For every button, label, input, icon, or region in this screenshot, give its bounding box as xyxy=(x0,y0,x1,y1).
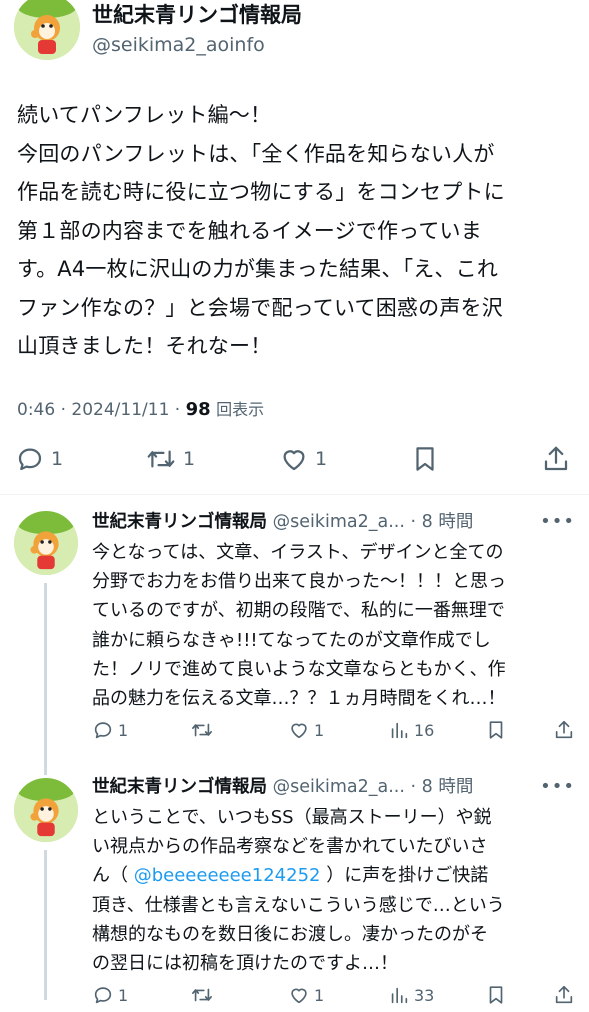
bookmark-icon xyxy=(489,721,503,739)
time-ago[interactable]: 8 時間 xyxy=(422,512,474,532)
bookmark-button[interactable] xyxy=(410,444,440,474)
author-name[interactable]: 世紀末青リンゴ情報局 xyxy=(92,512,267,532)
reply-tweet[interactable]: 世紀末青リンゴ情報局 @seikima2_a... · 8 時間 ••• 今とな… xyxy=(0,505,589,775)
views-count: 16 xyxy=(414,720,435,740)
reply-avatar[interactable] xyxy=(14,778,78,842)
tweet-meta: 0:46 · 2024/11/11 · 98 回表示 xyxy=(17,396,264,420)
reply-action-bar: 1 1 33 xyxy=(92,982,582,1012)
author-handle[interactable]: @seikima2_aoinfo xyxy=(92,32,302,58)
bookmark-button[interactable] xyxy=(485,984,507,1006)
tweet-header: 世紀末青リンゴ情報局 @seikima2_aoinfo xyxy=(92,0,302,58)
more-icon[interactable]: ••• xyxy=(540,776,575,797)
tweet-time[interactable]: 0:46 xyxy=(17,400,55,420)
views-count: 33 xyxy=(414,985,435,1005)
tweet-date[interactable]: 2024/11/11 xyxy=(71,400,169,420)
author-handle[interactable]: @seikima2_a... xyxy=(273,512,405,532)
reply-header: 世紀末青リンゴ情報局 @seikima2_a... · 8 時間 xyxy=(92,510,473,534)
meta-separator: · xyxy=(60,400,66,420)
heart-icon xyxy=(291,988,307,1004)
reply-button[interactable]: 1 xyxy=(15,444,63,474)
like-count: 1 xyxy=(315,448,328,470)
reply-tweet[interactable]: 世紀末青リンゴ情報局 @seikima2_a... · 8 時間 ••• という… xyxy=(0,770,589,1005)
reply-icon xyxy=(94,722,112,739)
retweet-count: 1 xyxy=(183,448,196,470)
share-button[interactable] xyxy=(541,444,571,474)
divider xyxy=(0,494,589,495)
reply-text: 今となっては、文章、イラスト、デザインと全ての 分野でお力をお借り出来て良かった… xyxy=(92,542,506,710)
views-button[interactable]: 16 xyxy=(388,719,434,741)
avatar-image xyxy=(14,511,78,575)
retweet-button[interactable]: 1 xyxy=(145,444,195,474)
retweet-button[interactable] xyxy=(190,719,218,741)
avatar-image xyxy=(14,778,78,842)
bookmark-button[interactable] xyxy=(485,719,507,741)
reply-icon xyxy=(94,987,112,1004)
meta-separator: · xyxy=(174,400,181,420)
like-count: 1 xyxy=(314,720,325,740)
thread-line xyxy=(44,583,47,775)
reply-header: 世紀末青リンゴ情報局 @seikima2_a... · 8 時間 xyxy=(92,775,473,799)
reply-button[interactable]: 1 xyxy=(92,719,128,741)
header-separator: · xyxy=(410,512,417,532)
reply-count: 1 xyxy=(51,448,64,470)
tweet-text: 続いてパンフレット編〜！ 今回のパンフレットは、「全く作品を知らない人が 作品を… xyxy=(17,103,505,358)
reply-text: ということで、いつもSS（最高ストーリー）や鋭 い視点からの作品考察などを書かれ… xyxy=(92,803,576,978)
reply-avatar[interactable] xyxy=(14,511,78,575)
views-icon xyxy=(391,722,408,739)
reply-count: 1 xyxy=(118,985,129,1005)
tweet-action-bar: 1 1 1 xyxy=(0,440,589,480)
heart-icon xyxy=(283,450,305,471)
share-icon xyxy=(555,985,573,1004)
avatar-image xyxy=(14,0,80,60)
retweet-icon xyxy=(192,988,212,1002)
header-separator: · xyxy=(410,777,417,797)
thread-line xyxy=(44,850,47,1000)
more-icon[interactable]: ••• xyxy=(540,511,575,532)
share-button[interactable] xyxy=(553,984,575,1006)
reply-count: 1 xyxy=(118,720,129,740)
views-icon xyxy=(391,987,408,1004)
retweet-icon xyxy=(147,450,175,468)
heart-icon xyxy=(291,723,307,739)
views-label: 回表示 xyxy=(216,400,265,419)
author-avatar[interactable] xyxy=(14,0,80,60)
share-button[interactable] xyxy=(553,719,575,741)
retweet-icon xyxy=(192,723,212,737)
like-button[interactable]: 1 xyxy=(288,984,324,1006)
like-count: 1 xyxy=(314,985,325,1005)
views-count: 98 xyxy=(185,399,211,420)
author-name[interactable]: 世紀末青リンゴ情報局 xyxy=(92,2,302,28)
reply-button[interactable]: 1 xyxy=(92,984,128,1006)
retweet-button[interactable] xyxy=(190,984,218,1006)
reply-action-bar: 1 1 16 xyxy=(92,717,582,747)
share-icon xyxy=(544,446,568,471)
like-button[interactable]: 1 xyxy=(279,444,327,474)
bookmark-icon xyxy=(489,986,503,1004)
views-button[interactable]: 33 xyxy=(388,984,434,1006)
share-icon xyxy=(555,720,573,739)
like-button[interactable]: 1 xyxy=(288,719,324,741)
time-ago[interactable]: 8 時間 xyxy=(422,777,474,797)
bookmark-icon xyxy=(416,447,434,471)
reply-icon xyxy=(18,448,42,471)
author-handle[interactable]: @seikima2_a... xyxy=(273,777,405,797)
author-name[interactable]: 世紀末青リンゴ情報局 xyxy=(92,777,267,797)
mention-link[interactable]: @beeeeeeee124252 xyxy=(134,865,321,886)
